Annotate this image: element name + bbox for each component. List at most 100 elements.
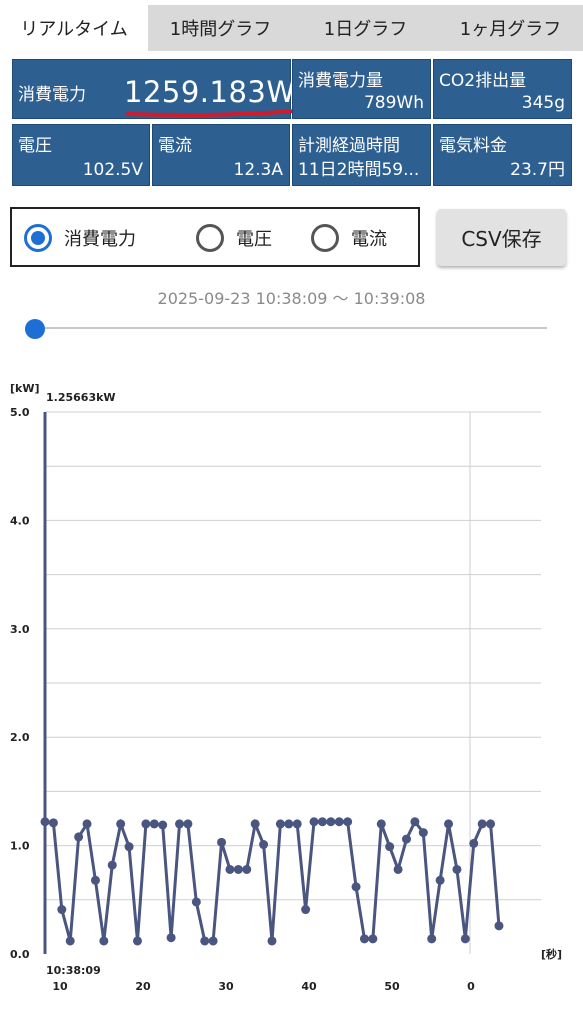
radio-voltage[interactable]: 電圧 [196, 224, 272, 252]
data-point [99, 936, 109, 946]
charge-value: 23.7円 [510, 160, 565, 180]
current-label: 電流 [158, 136, 192, 156]
data-point [116, 819, 126, 829]
data-point [368, 934, 378, 944]
data-point [444, 819, 454, 829]
time-range-label: 2025-09-23 10:38:09 〜 10:39:08 [157, 289, 426, 308]
power-line-chart: 5.04.03.02.01.00.0 10 20 30 40 50 0 [kW] [秒] … [10, 382, 562, 993]
tab-hour-graph[interactable]: 1時間グラフ [148, 5, 293, 51]
data-point [191, 897, 201, 907]
tab-bar: リアルタイム 1時間グラフ 1日グラフ 1ヶ月グラフ [0, 0, 583, 52]
x-tick-label: 10 [52, 980, 68, 993]
data-point [309, 817, 319, 827]
x-tick-label: 50 [384, 980, 400, 993]
data-point [65, 936, 75, 946]
data-point [401, 834, 411, 844]
data-point [200, 936, 210, 946]
tab-month-graph[interactable]: 1ヶ月グラフ [438, 5, 583, 51]
data-point [183, 819, 193, 829]
radio-selected-icon [24, 224, 52, 252]
elapsed-value: 11日2時間59... [298, 160, 420, 180]
metric-radio-group: 消費電力 電圧 電流 [10, 207, 420, 267]
radio-power[interactable]: 消費電力 [24, 224, 136, 252]
data-point [40, 817, 50, 827]
elapsed-card: 計測経過時間 11日2時間59... [292, 124, 431, 186]
power-series [40, 817, 504, 946]
charge-label: 電気料金 [439, 136, 507, 156]
co2-label: CO2排出量 [439, 71, 527, 91]
csv-save-button[interactable]: CSV保存 [437, 209, 566, 266]
data-point [343, 817, 353, 827]
data-point [217, 837, 227, 847]
current-card: 電流 12.3A [152, 124, 290, 186]
start-time-label: 10:38:09 [46, 964, 101, 977]
data-point [385, 842, 395, 852]
data-point [166, 933, 176, 943]
data-point [477, 819, 487, 829]
time-slider-track[interactable] [36, 327, 547, 329]
voltage-label: 電圧 [18, 136, 52, 156]
data-point [57, 905, 67, 915]
y-tick-label: 2.0 [10, 731, 30, 744]
time-slider-thumb[interactable] [25, 319, 45, 339]
y-tick-label: 1.0 [10, 840, 30, 853]
tab-day-graph[interactable]: 1日グラフ [293, 5, 438, 51]
y-tick-label: 0.0 [10, 948, 30, 961]
data-point [158, 820, 168, 830]
data-point [132, 936, 142, 946]
voltage-card: 電圧 102.5V [12, 124, 150, 186]
tab-realtime[interactable]: リアルタイム [0, 5, 148, 51]
red-underline-annotation [126, 109, 298, 117]
data-point [317, 817, 327, 827]
power-value: 1259.183W [124, 75, 296, 109]
radio-unselected-icon [311, 224, 339, 252]
data-point [208, 936, 218, 946]
data-point [242, 864, 252, 874]
chart-grid [43, 411, 541, 954]
data-point [124, 842, 134, 852]
radio-voltage-label: 電圧 [236, 229, 272, 250]
radio-current-label: 電流 [351, 229, 387, 250]
data-point [435, 875, 445, 885]
co2-value: 345g [521, 93, 565, 113]
power-card: 消費電力 1259.183W [12, 59, 298, 119]
radio-unselected-icon [196, 224, 224, 252]
data-point [427, 934, 437, 944]
x-tick-label: 40 [301, 980, 317, 993]
data-point [326, 817, 336, 827]
data-point [275, 819, 285, 829]
data-point [460, 934, 470, 944]
data-point [351, 882, 361, 892]
radio-power-label: 消費電力 [64, 229, 136, 250]
data-point [74, 832, 84, 842]
y-tick-label: 4.0 [10, 514, 30, 527]
data-point [486, 819, 496, 829]
co2-card: CO2排出量 345g [433, 59, 572, 119]
power-line [44, 818, 501, 943]
data-point [267, 936, 277, 946]
elapsed-label: 計測経過時間 [298, 136, 400, 156]
data-point [469, 838, 479, 848]
data-point [376, 819, 386, 829]
power-label: 消費電力 [18, 85, 86, 105]
data-point [494, 921, 504, 931]
data-point [393, 864, 403, 874]
data-point [149, 819, 159, 829]
data-point [48, 818, 58, 828]
current-value: 12.3A [233, 160, 283, 180]
charge-card: 電気料金 23.7円 [433, 124, 572, 186]
data-point [284, 819, 294, 829]
data-point [233, 864, 243, 874]
data-point [359, 934, 369, 944]
data-point [175, 819, 185, 829]
radio-current[interactable]: 電流 [311, 224, 387, 252]
data-point [418, 828, 428, 838]
y-tick-label: 3.0 [10, 623, 30, 636]
current-value-label: 1.25663kW [46, 391, 116, 404]
data-point [410, 817, 420, 827]
y-axis-labels: 5.0 4.0 3.0 2.0 1.0 0.0 [10, 406, 30, 961]
energy-label: 消費電力量 [298, 71, 383, 91]
data-point [225, 864, 235, 874]
data-point [301, 905, 311, 915]
energy-card: 消費電力量 789Wh [292, 59, 431, 119]
